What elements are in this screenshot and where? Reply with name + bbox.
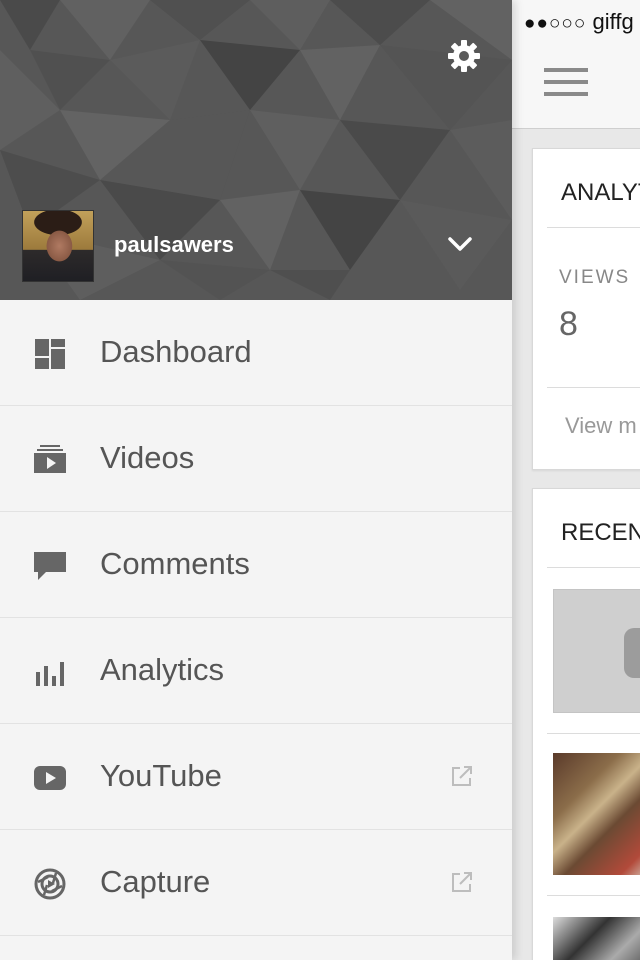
menu-item-label: Videos: [100, 440, 195, 475]
avatar[interactable]: [22, 210, 94, 282]
carrier-name: giffg: [592, 9, 634, 34]
analytics-card-title: ANALYT: [561, 179, 640, 206]
menu-item-label: Dashboard: [100, 334, 252, 369]
chevron-down-icon[interactable]: [446, 230, 474, 258]
menu-item-label: Comments: [100, 546, 250, 581]
menu-item-analytics[interactable]: Analytics: [0, 618, 512, 724]
bar-chart-icon: [36, 662, 64, 686]
menu-item-comments[interactable]: Comments: [0, 512, 512, 618]
divider: [547, 895, 640, 896]
drawer-header: paulsawers: [0, 0, 512, 300]
navigation-drawer: paulsawers Dashboard Videos Comments Ana…: [0, 0, 512, 960]
divider: [547, 227, 640, 228]
menu-item-capture[interactable]: Capture: [0, 830, 512, 936]
main-panel: ●●○○○ giffg ANALYT VIEWS 8 View m RECEN: [512, 0, 640, 960]
dashboard-icon: [35, 339, 65, 369]
play-icon: [624, 628, 640, 678]
app-header: [512, 40, 640, 129]
recent-card-title: RECEN: [561, 519, 640, 546]
menu-item-youtube[interactable]: YouTube: [0, 724, 512, 830]
views-value: 8: [559, 305, 578, 343]
recent-videos-card: RECEN: [532, 488, 640, 960]
views-label: VIEWS: [559, 267, 631, 288]
video-thumbnail[interactable]: [553, 753, 640, 875]
signal-strength: ●●○○○: [524, 13, 587, 34]
hamburger-icon[interactable]: [544, 68, 588, 100]
capture-icon: [34, 868, 66, 900]
external-link-icon: [452, 872, 472, 892]
external-link-icon: [452, 766, 472, 786]
divider: [547, 567, 640, 568]
menu-item-videos[interactable]: Videos: [0, 406, 512, 512]
gear-icon[interactable]: [446, 38, 482, 74]
view-more-link[interactable]: View m: [565, 413, 637, 439]
menu-item-label: YouTube: [100, 758, 222, 793]
video-thumbnail[interactable]: [553, 589, 640, 713]
menu-item-label: Analytics: [100, 652, 225, 687]
account-username[interactable]: paulsawers: [114, 232, 234, 258]
divider: [547, 387, 640, 388]
video-thumbnail[interactable]: [553, 917, 640, 960]
menu-item-dashboard[interactable]: Dashboard: [0, 300, 512, 406]
comment-icon: [34, 552, 66, 580]
videos-icon: [34, 445, 66, 473]
divider: [547, 733, 640, 734]
status-bar: ●●○○○ giffg: [512, 0, 640, 40]
drawer-menu: Dashboard Videos Comments Analytics YouT…: [0, 300, 512, 936]
menu-item-label: Capture: [100, 864, 211, 899]
analytics-card: ANALYT VIEWS 8 View m: [532, 148, 640, 470]
youtube-play-icon: [34, 766, 66, 790]
